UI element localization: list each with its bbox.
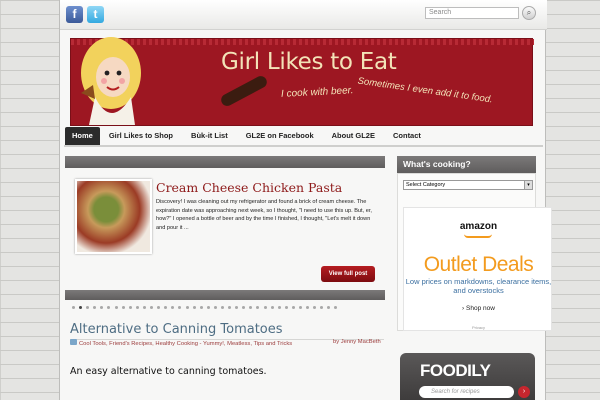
slider-dot[interactable] xyxy=(100,306,104,309)
slider-dot[interactable] xyxy=(199,306,203,309)
nav-item-shop[interactable]: Girl Likes to Shop xyxy=(100,127,182,145)
slider-dot[interactable] xyxy=(213,306,217,309)
cartoon-girl-logo xyxy=(81,37,141,125)
ad-privacy-link[interactable]: Privacy xyxy=(404,325,553,330)
slider-dot[interactable] xyxy=(284,306,288,309)
slider-dot[interactable] xyxy=(121,306,125,309)
foodily-search-input[interactable]: Search for recipes xyxy=(419,386,514,398)
twitter-icon[interactable]: t xyxy=(87,6,104,23)
amazon-ad[interactable]: amazon Outlet Deals Low prices on markdo… xyxy=(403,207,552,331)
slider-dot[interactable] xyxy=(299,306,302,309)
shop-now-link[interactable]: › Shop now xyxy=(404,305,553,312)
amazon-smile-icon xyxy=(464,234,492,238)
slider-dot[interactable] xyxy=(86,306,90,309)
slider-dot[interactable] xyxy=(206,306,210,309)
slider-dot[interactable] xyxy=(114,306,118,309)
featured-title[interactable]: Cream Cheese Chicken Pasta xyxy=(156,180,342,195)
slider-dot[interactable] xyxy=(72,306,75,309)
post-byline[interactable]: by Jenny MacBeth xyxy=(333,339,381,345)
slider-dot[interactable] xyxy=(192,306,196,309)
site-title: Girl Likes to Eat xyxy=(221,49,397,75)
site-tagline-2: Sometimes I even add it to food. xyxy=(356,75,494,106)
slider-dot[interactable] xyxy=(291,306,295,309)
post-entry: Alternative to Canning Tomatoes Cool Too… xyxy=(70,322,384,377)
slider-dot[interactable] xyxy=(334,306,338,309)
slider-dot[interactable] xyxy=(242,306,246,309)
ad-headline: Outlet Deals xyxy=(423,253,534,276)
post-categories[interactable]: Cool Tools, Friend's Recipes, Healthy Co… xyxy=(70,339,320,349)
slider-dot[interactable] xyxy=(306,306,310,309)
slider-dot[interactable] xyxy=(263,306,267,309)
nav-item-home[interactable]: Home xyxy=(65,127,100,145)
page-container: f t Search ⌕ Girl Likes to Eat I cook wi… xyxy=(59,0,552,400)
post-excerpt: An easy alternative to canning tomatoes. xyxy=(70,366,267,377)
featured-slider: Cream Cheese Chicken Pasta Discovery! I … xyxy=(65,168,385,288)
slider-dot[interactable] xyxy=(235,306,239,309)
slider-dot[interactable] xyxy=(171,306,175,309)
slider-dot[interactable] xyxy=(157,306,161,309)
ad-subtext: Low prices on markdowns, clearance items… xyxy=(405,277,552,295)
nav-item-facebook[interactable]: GL2E on Facebook xyxy=(237,127,323,145)
search-button[interactable]: ⌕ xyxy=(522,6,536,20)
slider-dot[interactable] xyxy=(185,306,189,309)
site-tagline-1: I cook with beer. xyxy=(280,85,354,100)
facebook-icon[interactable]: f xyxy=(66,6,83,23)
search-input[interactable]: Search xyxy=(425,7,519,19)
post-category-links[interactable]: Cool Tools, Friend's Recipes, Healthy Co… xyxy=(79,341,292,347)
nav-item-bukit-list[interactable]: Bùk-it List xyxy=(182,127,237,145)
slider-dot[interactable] xyxy=(142,306,146,309)
sidebar-heading: What's cooking? xyxy=(397,156,536,173)
slider-dot[interactable] xyxy=(256,306,260,309)
category-icon xyxy=(70,339,77,345)
main-nav: Home Girl Likes to Shop Bùk-it List GL2E… xyxy=(65,127,430,145)
top-bar: f t Search ⌕ xyxy=(60,0,547,30)
featured-thumbnail[interactable] xyxy=(75,179,152,254)
foodily-widget: FOODILY Search for recipes › xyxy=(400,353,535,400)
post-title[interactable]: Alternative to Canning Tomatoes xyxy=(70,322,384,337)
nav-item-contact[interactable]: Contact xyxy=(384,127,430,145)
slider-dot[interactable] xyxy=(135,306,139,309)
view-full-post-button[interactable]: View full post xyxy=(321,266,375,282)
slider-pagination xyxy=(72,306,338,309)
magnifier-icon: ⌕ xyxy=(526,8,532,17)
slider-dot[interactable] xyxy=(270,306,274,309)
slider-dot[interactable] xyxy=(178,306,182,309)
slider-dot[interactable] xyxy=(228,306,232,309)
featured-header-bar xyxy=(65,156,385,168)
nav-divider xyxy=(64,145,543,147)
slider-dot[interactable] xyxy=(220,306,224,309)
slider-dot[interactable] xyxy=(313,306,317,309)
slider-dot[interactable] xyxy=(93,306,97,309)
slider-dot[interactable] xyxy=(320,306,324,309)
category-select-value: Select Category xyxy=(406,182,446,188)
chevron-down-icon: ▾ xyxy=(524,181,532,189)
beer-bottle-illustration xyxy=(219,73,269,109)
nav-item-about[interactable]: About GL2E xyxy=(323,127,384,145)
foodily-logo: FOODILY xyxy=(420,361,491,380)
slider-dot[interactable] xyxy=(164,306,168,309)
amazon-logo: amazon xyxy=(459,221,498,232)
slider-dot[interactable] xyxy=(249,306,253,309)
slider-dot[interactable] xyxy=(107,306,111,309)
slider-dot[interactable] xyxy=(277,306,281,309)
foodily-go-button[interactable]: › xyxy=(518,386,530,398)
featured-excerpt: Discovery! I was cleaning out my refrige… xyxy=(156,199,372,231)
slider-dot[interactable] xyxy=(128,306,132,309)
slider-footer-bar xyxy=(65,290,385,300)
slider-dot[interactable] xyxy=(327,306,331,309)
site-banner[interactable]: Girl Likes to Eat I cook with beer. Some… xyxy=(70,37,534,126)
category-select[interactable]: Select Category ▾ xyxy=(403,180,533,190)
slider-dot[interactable] xyxy=(150,306,154,309)
slider-dot[interactable] xyxy=(79,306,83,309)
